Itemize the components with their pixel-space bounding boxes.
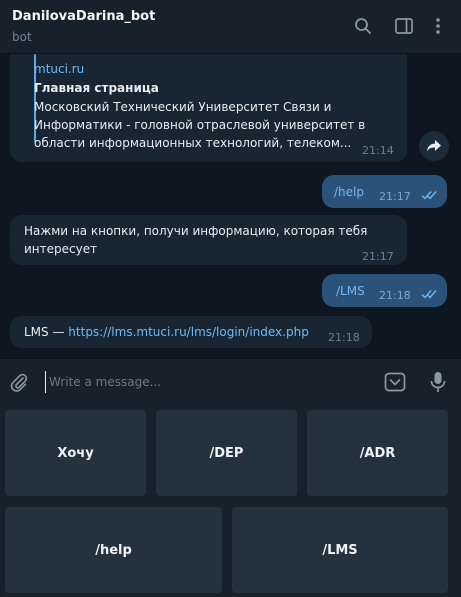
incoming-message[interactable]: Нажми на кнопки, получи информацию, кото…: [10, 215, 407, 265]
double-check-icon: [421, 190, 438, 200]
preview-description-line: Информатики - головной отраслевой универ…: [34, 118, 366, 132]
keyboard-button-lms[interactable]: /LMS: [232, 507, 448, 593]
double-check-icon: [421, 289, 438, 299]
chat-subtitle: bot: [12, 30, 32, 44]
message-text: /help: [334, 185, 364, 199]
incoming-message[interactable]: LMS — https://lms.mtuci.ru/lms/login/ind…: [10, 316, 372, 348]
keyboard-button-hochu[interactable]: Хочу: [5, 410, 146, 496]
outgoing-message[interactable]: /LMS 21:18: [322, 274, 447, 307]
bot-keyboard-icon[interactable]: [383, 370, 407, 394]
message-text: LMS —: [24, 325, 69, 339]
microphone-icon[interactable]: [426, 370, 450, 394]
preview-description-line: области информационных технологий, телек…: [34, 136, 352, 150]
share-icon: [426, 139, 442, 153]
message-input[interactable]: [45, 371, 365, 393]
sidebar-toggle-icon[interactable]: [392, 14, 416, 38]
outgoing-message[interactable]: /help 21:17: [322, 175, 447, 208]
chat-title[interactable]: DanilovaDarina_bot: [12, 9, 155, 24]
message-composer: [0, 358, 461, 404]
message-time: 21:17: [379, 190, 411, 203]
preview-site-name[interactable]: mtuci.ru: [34, 60, 84, 78]
preview-description-line: Московский Технический Университет Связи…: [34, 100, 332, 114]
keyboard-button-adr[interactable]: /ADR: [307, 410, 448, 496]
keyboard-button-dep[interactable]: /DEP: [156, 410, 297, 496]
message-time: 21:17: [362, 250, 394, 263]
more-vertical-icon[interactable]: [426, 14, 450, 38]
share-button[interactable]: [419, 131, 449, 161]
chat-header: DanilovaDarina_bot bot: [0, 0, 461, 54]
message-text-line: Нажми на кнопки, получи информацию, кото…: [24, 224, 368, 238]
message-time: 21:14: [362, 144, 394, 157]
keyboard-button-help[interactable]: /help: [5, 507, 222, 593]
message-time: 21:18: [328, 331, 360, 344]
message-time: 21:18: [379, 289, 411, 302]
message-text: /LMS: [336, 284, 365, 298]
bot-keyboard: Хочу /DEP /ADR /help /LMS: [0, 404, 461, 597]
message-list[interactable]: mtuci.ru Главная страница Московский Тех…: [0, 54, 461, 358]
paperclip-icon[interactable]: [7, 370, 31, 394]
preview-heading: Главная страница: [34, 81, 159, 95]
message-text-line: интересует: [24, 242, 98, 256]
lms-link[interactable]: https://lms.mtuci.ru/lms/login/index.php: [68, 325, 309, 339]
search-icon[interactable]: [351, 14, 375, 38]
link-preview-message[interactable]: mtuci.ru Главная страница Московский Тех…: [10, 54, 407, 162]
